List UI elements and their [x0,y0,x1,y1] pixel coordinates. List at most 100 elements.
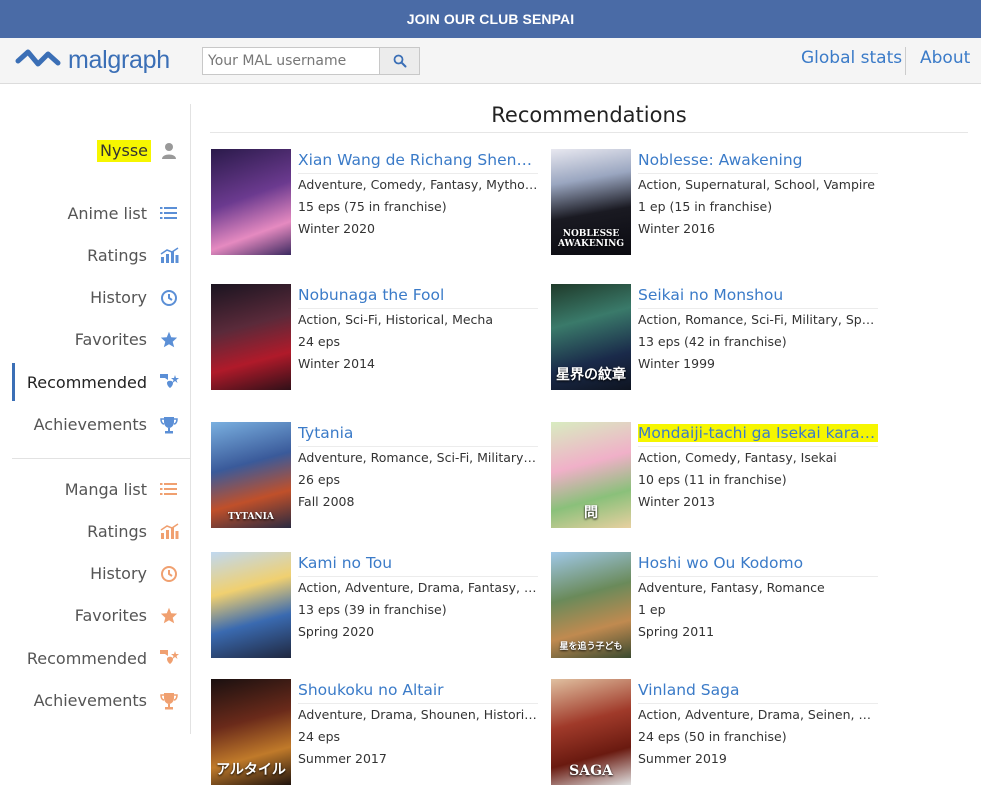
genres-text: Action, Adventure, Drama, Fantasy, Myste… [298,580,538,595]
season-text: Fall 2008 [298,494,355,509]
sidebar-item-label: History [90,288,147,308]
episodes-text: 24 eps [298,729,341,744]
anime-title-link[interactable]: Xian Wang de Richang Shenghuo [298,149,538,174]
star-icon [159,330,179,350]
sidebar-item-label: Anime list [67,203,147,223]
anime-title-link[interactable]: Hoshi wo Ou Kodomo [638,552,878,577]
anime-title-text: Noblesse: Awakening [638,151,803,169]
top-banner[interactable]: JOIN OUR CLUB SENPAI [0,0,981,38]
sidebar-item-label: Favorites [74,606,147,626]
sidebar-item-label: Achievements [33,691,147,710]
season-text: Winter 1999 [638,356,715,371]
logo[interactable]: malgraph [14,45,170,75]
anime-poster[interactable]: TYTANIA [211,422,291,528]
poster-caption: 星界の紋章 [556,367,626,383]
recommendation-card: SAGA Vinland Saga Action, Adventure, Drama… [551,679,881,800]
trophy-icon [159,691,179,711]
anime-title-link[interactable]: Mondaiji-tachi ga Isekai kara Kuru Sou d… [638,422,878,447]
poster-caption: アルタイル [216,762,286,778]
anime-title-link[interactable]: Noblesse: Awakening [638,149,878,174]
anime-title-link[interactable]: Nobunaga the Fool [298,284,538,309]
genres-text: Adventure, Comedy, Fantasy, Mythology [298,177,538,192]
anime-poster[interactable]: NOBLESSE AWAKENING [551,149,631,255]
list-icon [159,203,179,223]
recommendation-card: アルタイル Shoukoku no Altair Adventure, Drama,… [211,679,541,800]
anime-title-text: Tytania [298,424,354,442]
about-link[interactable]: About [920,48,970,68]
recommendation-card: NOBLESSE AWAKENING Noblesse: Awakening Act… [551,149,881,273]
sidebar-item-label: Ratings [87,245,147,265]
poster-caption: SAGA [569,763,613,779]
episodes-text: 1 ep [638,602,666,617]
season-text: Summer 2017 [298,751,387,766]
anime-title-link[interactable]: Seikai no Monshou [638,284,878,309]
sidebar: Nysse Anime list Ratings History Favorites R… [0,104,191,734]
history-icon [159,564,179,584]
sidebar-item-anime-ratings[interactable]: Ratings [12,236,191,274]
anime-poster[interactable] [211,552,291,658]
sidebar-item-anime-recommended[interactable]: Recommended [12,363,191,402]
username-search-input[interactable] [203,48,379,74]
sidebar-item-label: Recommended [26,372,147,392]
sidebar-item-manga-favorites[interactable]: Favorites [12,597,191,635]
sidebar-item-manga-manga-list[interactable]: Manga list [12,470,191,508]
sidebar-item-anime-history[interactable]: History [12,279,191,317]
sidebar-item-label: Ratings [87,521,147,541]
anime-title-link[interactable]: Shoukoku no Altair [298,679,538,704]
episodes-text: 26 eps [298,472,341,487]
recommendation-card: TYTANIA Tytania Adventure, Romance, Sci-Fi… [211,422,541,546]
genres-text: Action, Adventure, Drama, Seinen, Gore [638,707,878,722]
recommend-icon [159,372,179,392]
banner-text[interactable]: JOIN OUR CLUB SENPAI [407,11,574,27]
history-icon [159,288,179,308]
episodes-text: 13 eps (39 in franchise) [298,602,447,617]
anime-title-text: Nobunaga the Fool [298,286,445,304]
sidebar-item-anime-anime-list[interactable]: Anime list [12,194,191,232]
anime-title-text: Xian Wang de Richang Shenghuo [298,151,538,169]
anime-poster[interactable] [211,284,291,390]
anime-title-link[interactable]: Kami no Tou [298,552,538,577]
sidebar-divider [12,458,191,459]
episodes-text: 10 eps (11 in franchise) [638,472,787,487]
recommendation-card: Nobunaga the Fool Action, Sci-Fi, Histori… [211,284,541,408]
sidebar-item-manga-achievements[interactable]: Achievements [12,682,191,720]
sidebar-item-manga-history[interactable]: History [12,555,191,593]
sidebar-item-manga-recommended[interactable]: Recommended [12,639,191,677]
user-profile[interactable]: Nysse [0,134,191,168]
anime-poster[interactable]: アルタイル [211,679,291,785]
season-text: Summer 2019 [638,751,727,766]
sidebar-item-anime-favorites[interactable]: Favorites [12,321,191,359]
episodes-text: 24 eps (50 in franchise) [638,729,787,744]
anime-title-text: Hoshi wo Ou Kodomo [638,554,804,572]
logo-text: malgraph [68,45,170,74]
recommendation-card: 星界の紋章 Seikai no Monshou Action, Romance, S… [551,284,881,408]
sidebar-item-anime-achievements[interactable]: Achievements [12,406,191,444]
genres-text: Action, Supernatural, School, Vampire [638,177,875,192]
anime-title-text: Seikai no Monshou [638,286,784,304]
anime-poster[interactable]: SAGA [551,679,631,785]
season-text: Winter 2020 [298,221,375,236]
anime-poster[interactable]: 星を追う子ども [551,552,631,658]
anime-title-text: Shoukoku no Altair [298,681,444,699]
trophy-icon [159,415,179,435]
season-text: Spring 2020 [298,624,375,639]
malgraph-logo-icon [15,49,61,67]
sidebar-item-manga-ratings[interactable]: Ratings [12,512,191,550]
season-text: Winter 2014 [298,356,375,371]
anime-title-link[interactable]: Vinland Saga [638,679,878,704]
poster-caption: NOBLESSE AWAKENING [557,229,625,249]
poster-caption: 問 [584,505,598,521]
page-title: Recommendations [210,100,968,133]
anime-poster[interactable]: 問 [551,422,631,528]
recommend-icon [159,648,179,668]
search-button[interactable] [379,48,419,74]
recommendation-card: Kami no Tou Action, Adventure, Drama, Fan… [211,552,541,676]
episodes-text: 24 eps [298,334,341,349]
anime-title-link[interactable]: Tytania [298,422,538,447]
episodes-text: 13 eps (42 in franchise) [638,334,787,349]
username-label[interactable]: Nysse [97,140,151,162]
anime-poster[interactable]: 星界の紋章 [551,284,631,390]
anime-poster[interactable] [211,149,291,255]
genres-text: Adventure, Romance, Sci-Fi, Military, Ps… [298,450,538,465]
global-stats-link[interactable]: Global stats [801,48,902,68]
